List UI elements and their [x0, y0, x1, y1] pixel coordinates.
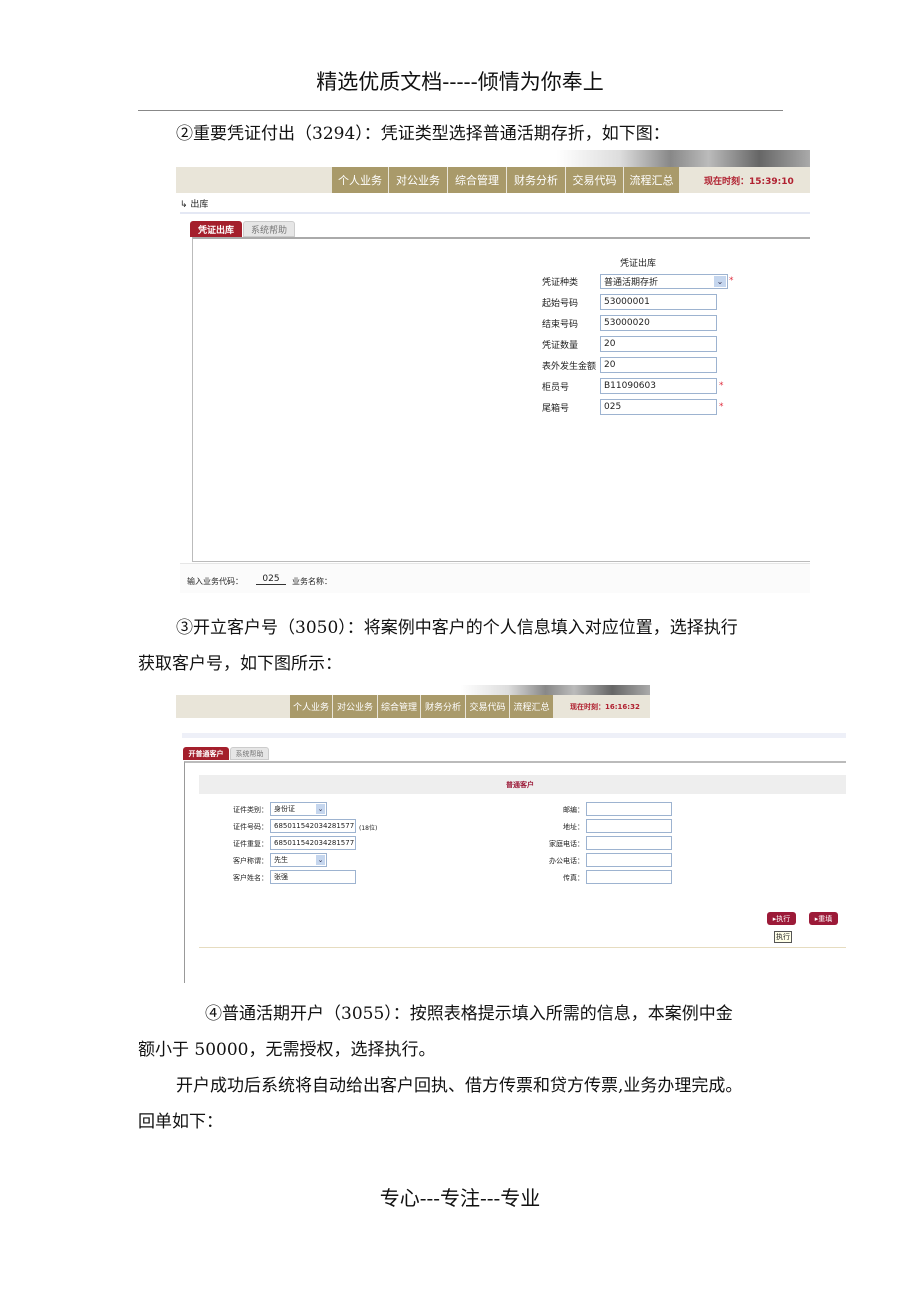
required-mark: *	[719, 402, 724, 412]
current-time: 现在时刻：16:16:32	[570, 703, 640, 711]
nav-personal[interactable]: 个人业务	[332, 167, 389, 193]
breadcrumb: ↳ 出库	[180, 197, 208, 210]
nav-bar: 个人业务 对公业务 综合管理 财务分析 交易代码 流程汇总 现在时刻：15:39…	[176, 167, 810, 193]
reset-label: 重填	[818, 914, 833, 923]
nav-finance[interactable]: 财务分析	[507, 167, 566, 193]
nav-management[interactable]: 综合管理	[378, 695, 421, 718]
nav-corporate[interactable]: 对公业务	[333, 695, 378, 718]
form-title: 凭证出库	[620, 259, 657, 269]
id-confirm-input[interactable]: 685011542034281577	[270, 836, 356, 850]
chevron-down-icon[interactable]: ⌄	[714, 276, 726, 287]
id-number-input[interactable]: 685011542034281577	[270, 819, 356, 833]
nav-trade-code[interactable]: 交易代码	[466, 695, 510, 718]
paragraph-step3-line1: ③开立客户号（3050）：将案例中客户的个人信息填入对应位置，选择执行	[176, 618, 738, 638]
reset-button[interactable]: ▸ 重填	[809, 912, 838, 925]
voucher-quantity-input[interactable]: 20	[600, 336, 717, 352]
code-label: 输入业务代码：	[187, 577, 243, 586]
nav-process[interactable]: 流程汇总	[510, 695, 554, 718]
nav-personal[interactable]: 个人业务	[290, 695, 333, 718]
banner-image	[176, 685, 650, 695]
fax-input[interactable]	[586, 870, 672, 884]
header-rule	[138, 110, 783, 111]
paragraph-step3-line2: 获取客户号，如下图所示：	[138, 654, 342, 674]
business-code-input[interactable]: 025	[256, 574, 286, 585]
field-label: 凭证种类	[542, 278, 579, 288]
breadcrumb-icon: ↳	[180, 200, 191, 210]
field-label: 尾箱号	[542, 404, 570, 414]
field-label: 起始号码	[542, 299, 579, 309]
execute-button[interactable]: ▸ 执行	[767, 912, 796, 925]
nav-bar: 个人业务 对公业务 综合管理 财务分析 交易代码 流程汇总 现在时刻：16:16…	[176, 695, 650, 718]
field-label: 结束号码	[542, 320, 579, 330]
field-label: 柜员号	[542, 383, 570, 393]
cash-box-input[interactable]: 025	[600, 399, 717, 415]
off-balance-amount-input[interactable]: 20	[600, 357, 717, 373]
nav-menu: 个人业务 对公业务 综合管理 财务分析 交易代码 流程汇总	[290, 695, 554, 718]
nav-finance[interactable]: 财务分析	[421, 695, 466, 718]
nav-trade-code[interactable]: 交易代码	[566, 167, 624, 193]
paragraph-step4-line1: ④普通活期开户（3055）：按照表格提示填入所需的信息，本案例中金	[205, 1004, 733, 1024]
nav-corporate[interactable]: 对公业务	[389, 167, 448, 193]
chevron-down-icon[interactable]: ⌄	[316, 855, 325, 865]
nav-process[interactable]: 流程汇总	[624, 167, 680, 193]
start-number-input[interactable]: 53000001	[600, 294, 717, 310]
tab-system-help[interactable]: 系统帮助	[230, 747, 269, 760]
execute-label: 执行	[776, 914, 791, 923]
id-length-hint: (18位)	[359, 825, 378, 832]
address-input[interactable]	[586, 819, 672, 833]
tab-voucher-out[interactable]: 凭证出库	[190, 221, 242, 237]
field-label: 证件类别：	[233, 806, 268, 814]
field-label: 传真：	[563, 874, 584, 882]
nav-menu: 个人业务 对公业务 综合管理 财务分析 交易代码 流程汇总	[332, 167, 680, 193]
field-label: 凭证数量	[542, 341, 579, 351]
field-label: 表外发生金额	[542, 362, 597, 372]
field-label: 家庭电话：	[549, 840, 584, 848]
title-select[interactable]: 先生 ⌄	[270, 853, 327, 867]
field-label: 地址：	[563, 823, 584, 831]
customer-name-input[interactable]: 张强	[270, 870, 356, 884]
section-title: 普通客户	[506, 781, 534, 789]
tab-open-customer[interactable]: 开普通客户	[183, 747, 229, 760]
office-phone-input[interactable]	[586, 853, 672, 867]
page-footer: 专心---专注---专业	[379, 1186, 541, 1210]
divider	[199, 947, 846, 948]
postcode-input[interactable]	[586, 802, 672, 816]
nav-management[interactable]: 综合管理	[448, 167, 507, 193]
home-phone-input[interactable]	[586, 836, 672, 850]
select-value: 身份证	[274, 805, 295, 813]
tab-system-help[interactable]: 系统帮助	[243, 221, 295, 237]
banner-image	[176, 150, 810, 167]
business-name-label: 业务名称：	[292, 577, 332, 586]
required-mark: *	[719, 381, 724, 391]
paragraph-result-line1: 开户成功后系统将自动给出客户回执、借方传票和贷方传票,业务办理完成。	[176, 1076, 743, 1096]
teller-id-input[interactable]: B11090603	[600, 378, 717, 394]
screenshot-voucher-out: 个人业务 对公业务 综合管理 财务分析 交易代码 流程汇总 现在时刻：15:39…	[176, 150, 810, 598]
field-label: 证件号码：	[233, 823, 268, 831]
field-label: 客户姓名：	[233, 874, 268, 882]
id-type-select[interactable]: 身份证 ⌄	[270, 802, 327, 816]
field-label: 客户称谓：	[233, 857, 268, 865]
end-number-input[interactable]: 53000020	[600, 315, 717, 331]
breadcrumb-label: 出库	[190, 200, 209, 210]
current-time: 现在时刻：15:39:10	[704, 177, 794, 187]
paragraph-result-line2: 回单如下：	[138, 1112, 223, 1132]
chevron-down-icon[interactable]: ⌄	[316, 804, 325, 814]
select-value: 先生	[274, 856, 288, 864]
paragraph-step2: ②重要凭证付出（3294）：凭证类型选择普通活期存折，如下图：	[176, 124, 670, 144]
field-label: 证件重复：	[233, 840, 268, 848]
divider	[182, 733, 846, 738]
paragraph-step4-line2: 额小于 50000，无需授权，选择执行。	[138, 1040, 436, 1060]
divider	[180, 212, 810, 214]
select-value: 普通活期存折	[604, 278, 659, 288]
page-header: 精选优质文档-----倾情为你奉上	[316, 70, 604, 94]
required-mark: *	[729, 276, 734, 286]
screenshot-open-customer: 个人业务 对公业务 综合管理 财务分析 交易代码 流程汇总 现在时刻：16:16…	[176, 685, 846, 983]
field-label: 邮编：	[563, 806, 584, 814]
field-label: 办公电话：	[549, 857, 584, 865]
voucher-type-select[interactable]: 普通活期存折 ⌄	[600, 274, 728, 289]
tooltip: 执行	[774, 931, 792, 943]
